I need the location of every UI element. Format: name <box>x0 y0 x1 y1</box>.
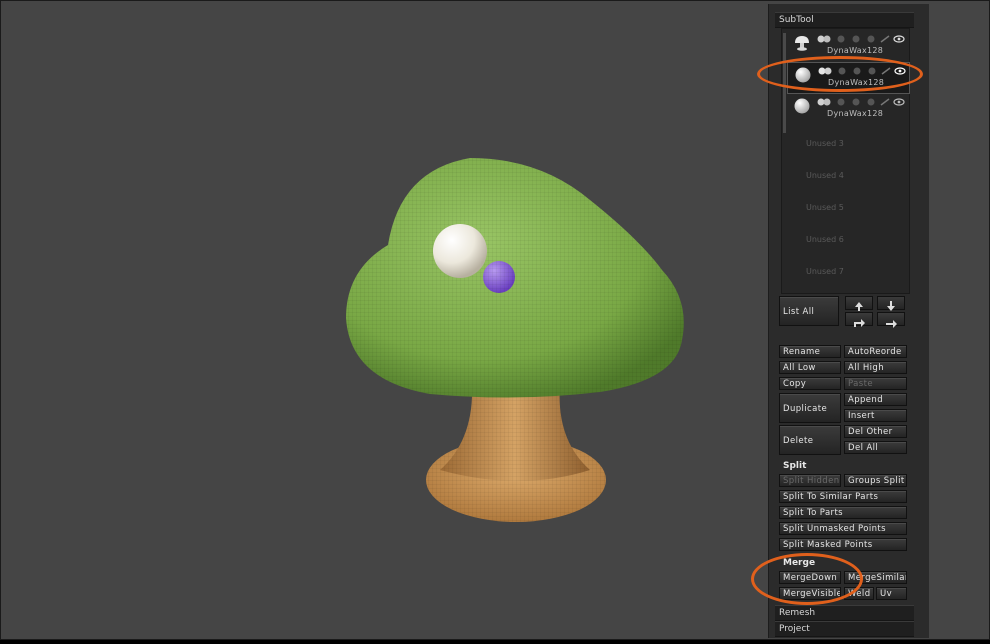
app-canvas: SubTool DynaWax128 DynaWax128 DynaWax128… <box>0 0 990 640</box>
split-to-parts-button[interactable]: Split To Parts <box>779 506 907 519</box>
auto-reorder-button[interactable]: AutoReorde <box>844 345 907 358</box>
unused-slot: Unused 5 <box>806 203 844 212</box>
split-unmasked-button[interactable]: Split Unmasked Points <box>779 522 907 535</box>
split-section-title[interactable]: Split <box>783 461 806 471</box>
mushroom-icon <box>795 36 809 51</box>
remesh-section-header[interactable]: Remesh <box>775 605 914 621</box>
move-out-button[interactable] <box>845 312 873 327</box>
subtool-item-name: DynaWax128 <box>827 46 884 55</box>
arrow-turn-down-icon <box>886 317 897 328</box>
highlight-ring-subtool <box>757 56 923 92</box>
viewport[interactable] <box>0 0 760 640</box>
split-hidden-button[interactable]: Split Hidden <box>779 474 841 487</box>
append-button[interactable]: Append <box>844 393 907 406</box>
sphere-icon <box>794 98 810 114</box>
paste-button[interactable]: Paste <box>844 377 907 390</box>
mushroom-3d-model[interactable] <box>0 0 760 640</box>
all-low-button[interactable]: All Low <box>779 361 841 374</box>
list-all-button[interactable]: List All <box>779 296 839 326</box>
duplicate-button[interactable]: Duplicate <box>779 393 841 423</box>
project-section-header[interactable]: Project <box>775 621 914 637</box>
uv-button[interactable]: Uv <box>876 587 907 600</box>
subtool-item-3[interactable]: DynaWax128 <box>787 94 908 124</box>
delete-button[interactable]: Delete <box>779 425 841 455</box>
subtool-header[interactable]: SubTool <box>775 12 914 28</box>
insert-button[interactable]: Insert <box>844 409 907 422</box>
white-sphere <box>433 224 487 278</box>
subtool-visibility-icons[interactable] <box>817 97 905 107</box>
del-other-button[interactable]: Del Other <box>844 425 907 438</box>
subtool-item-name: DynaWax128 <box>827 109 884 118</box>
move-up-button[interactable] <box>845 296 873 311</box>
copy-button[interactable]: Copy <box>779 377 841 390</box>
subtool-palette: SubTool DynaWax128 DynaWax128 DynaWax128… <box>768 4 929 638</box>
unused-slot: Unused 3 <box>806 139 844 148</box>
arrow-down-icon <box>887 301 895 311</box>
move-in-button[interactable] <box>877 312 905 328</box>
groups-split-button[interactable]: Groups Split <box>844 474 907 487</box>
all-high-button[interactable]: All High <box>844 361 907 374</box>
unused-slot: Unused 4 <box>806 171 844 180</box>
arrow-turn-up-icon <box>854 319 865 327</box>
unused-slot: Unused 7 <box>806 267 844 276</box>
unused-slot: Unused 6 <box>806 235 844 244</box>
subtool-visibility-icons[interactable] <box>817 34 905 44</box>
split-masked-button[interactable]: Split Masked Points <box>779 538 907 551</box>
arrow-up-icon <box>855 302 863 311</box>
del-all-button[interactable]: Del All <box>844 441 907 454</box>
highlight-ring-mergedown <box>751 553 863 605</box>
rename-button[interactable]: Rename <box>779 345 841 358</box>
move-down-button[interactable] <box>877 296 905 311</box>
split-similar-parts-button[interactable]: Split To Similar Parts <box>779 490 907 503</box>
